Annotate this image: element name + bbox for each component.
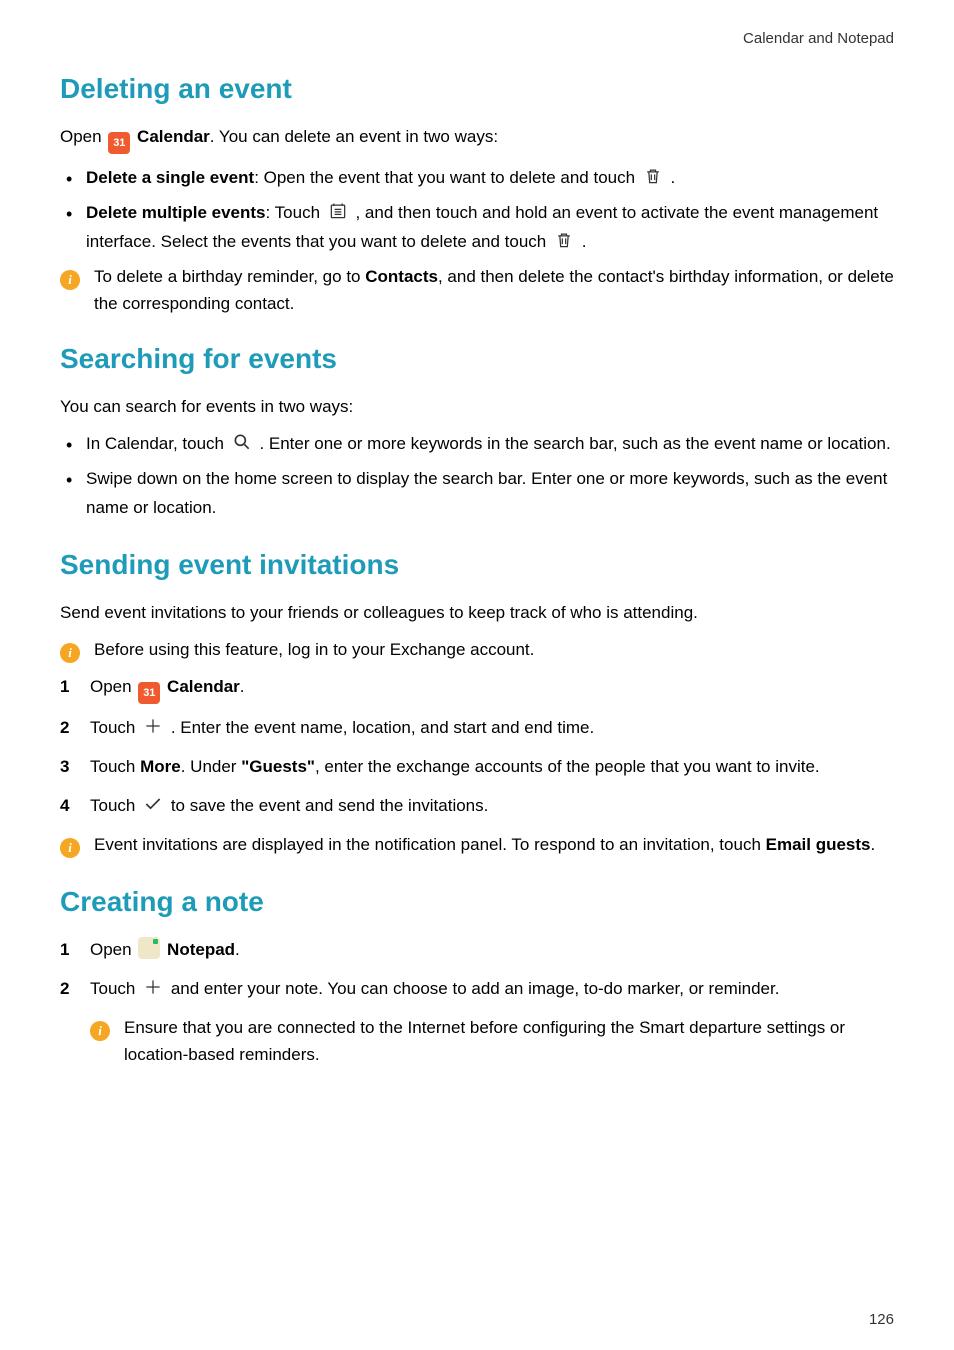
info-icon: i bbox=[90, 1016, 114, 1043]
bullet-delete-single: Delete a single event: Open the event th… bbox=[60, 164, 894, 193]
notepad-label: Notepad bbox=[167, 940, 235, 959]
info-text: Ensure that you are connected to the Int… bbox=[124, 1014, 894, 1068]
text-strong: Delete a single event bbox=[86, 168, 254, 187]
guests-label: "Guests" bbox=[241, 757, 315, 776]
calendar-label: Calendar bbox=[137, 127, 210, 146]
trash-icon bbox=[554, 230, 574, 250]
list-view-icon bbox=[328, 201, 348, 221]
email-guests-label: Email guests bbox=[766, 835, 871, 854]
text: , enter the exchange accounts of the peo… bbox=[315, 757, 820, 776]
text: Open bbox=[90, 677, 136, 696]
step-1-open-notepad: 1 Open Notepad. bbox=[60, 936, 894, 965]
text: Swipe down on the home screen to display… bbox=[86, 469, 887, 517]
text: . bbox=[871, 835, 876, 854]
calendar-app-icon: 31 bbox=[108, 132, 130, 154]
text: . Enter the event name, location, and st… bbox=[166, 718, 594, 737]
text: . bbox=[577, 232, 586, 251]
notepad-app-icon bbox=[138, 937, 160, 959]
info-birthday-reminder: i To delete a birthday reminder, go to C… bbox=[60, 263, 894, 317]
step-number: 1 bbox=[60, 673, 69, 702]
step-1-open-calendar: 1 Open 31 Calendar. bbox=[60, 673, 894, 704]
heading-deleting-event: Deleting an event bbox=[60, 73, 894, 105]
calendar-app-icon: 31 bbox=[138, 682, 160, 704]
calendar-label: Calendar bbox=[167, 677, 240, 696]
intro-invitations: Send event invitations to your friends o… bbox=[60, 599, 894, 626]
text: . bbox=[240, 677, 245, 696]
plus-icon bbox=[143, 716, 163, 736]
step-4-save: 4 Touch to save the event and send the i… bbox=[60, 792, 894, 821]
text: . Under bbox=[181, 757, 241, 776]
step-number: 2 bbox=[60, 714, 69, 743]
step-2-touch-plus-note: 2 Touch and enter your note. You can cho… bbox=[60, 975, 894, 1004]
bullet-search-home: Swipe down on the home screen to display… bbox=[60, 465, 894, 523]
text: . Enter one or more keywords in the sear… bbox=[255, 434, 891, 453]
step-number: 3 bbox=[60, 753, 69, 782]
text: Open bbox=[90, 940, 136, 959]
step-number: 4 bbox=[60, 792, 69, 821]
intro-deleting-event: Open 31 Calendar. You can delete an even… bbox=[60, 123, 894, 154]
heading-searching-events: Searching for events bbox=[60, 343, 894, 375]
step-2-touch-plus: 2 Touch . Enter the event name, location… bbox=[60, 714, 894, 743]
text: Touch bbox=[90, 757, 140, 776]
info-icon: i bbox=[60, 833, 84, 860]
info-notification-panel: i Event invitations are displayed in the… bbox=[60, 831, 894, 860]
step-3-more-guests: 3 Touch More. Under "Guests", enter the … bbox=[60, 753, 894, 782]
trash-icon bbox=[643, 166, 663, 186]
text: and enter your note. You can choose to a… bbox=[166, 979, 779, 998]
plus-icon bbox=[143, 977, 163, 997]
info-text: To delete a birthday reminder, go to Con… bbox=[94, 263, 894, 317]
text: : Touch bbox=[266, 203, 325, 222]
text-strong: Delete multiple events bbox=[86, 203, 266, 222]
heading-creating-note: Creating a note bbox=[60, 886, 894, 918]
text: : Open the event that you want to delete… bbox=[254, 168, 640, 187]
text: Event invitations are displayed in the n… bbox=[94, 835, 766, 854]
text: In Calendar, touch bbox=[86, 434, 229, 453]
step-number: 1 bbox=[60, 936, 69, 965]
info-internet-connection: i Ensure that you are connected to the I… bbox=[90, 1014, 894, 1068]
text: To delete a birthday reminder, go to bbox=[94, 267, 365, 286]
search-icon bbox=[232, 432, 252, 452]
page-number: 126 bbox=[869, 1311, 894, 1328]
info-icon: i bbox=[60, 638, 84, 665]
checkmark-icon bbox=[143, 794, 163, 814]
text: . bbox=[666, 168, 675, 187]
contacts-label: Contacts bbox=[365, 267, 438, 286]
text: Touch bbox=[90, 796, 140, 815]
info-icon: i bbox=[60, 265, 84, 292]
text: to save the event and send the invitatio… bbox=[166, 796, 488, 815]
info-text: Event invitations are displayed in the n… bbox=[94, 831, 894, 858]
text: . You can delete an event in two ways: bbox=[210, 127, 498, 146]
step-number: 2 bbox=[60, 975, 69, 1004]
text: Touch bbox=[90, 979, 140, 998]
info-exchange-login: i Before using this feature, log in to y… bbox=[60, 636, 894, 665]
intro-searching: You can search for events in two ways: bbox=[60, 393, 894, 420]
text: Open bbox=[60, 127, 106, 146]
more-label: More bbox=[140, 757, 181, 776]
text: Touch bbox=[90, 718, 140, 737]
info-text: Before using this feature, log in to you… bbox=[94, 636, 894, 663]
text: . bbox=[235, 940, 240, 959]
heading-sending-invitations: Sending event invitations bbox=[60, 549, 894, 581]
bullet-search-calendar: In Calendar, touch . Enter one or more k… bbox=[60, 430, 894, 459]
bullet-delete-multiple: Delete multiple events: Touch , and then… bbox=[60, 199, 894, 257]
page-header: Calendar and Notepad bbox=[60, 30, 894, 47]
